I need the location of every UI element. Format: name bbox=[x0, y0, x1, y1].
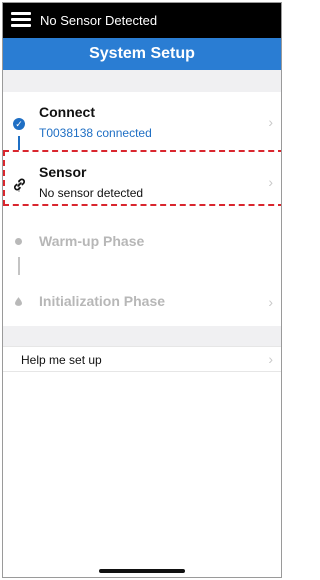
nav-bar: System Setup bbox=[3, 38, 281, 70]
hamburger-menu-icon[interactable] bbox=[11, 12, 31, 28]
step-subtitle: T0038138 connected bbox=[39, 126, 152, 140]
chevron-right-icon: › bbox=[268, 174, 273, 190]
help-setup-label: Help me set up bbox=[21, 353, 102, 367]
home-indicator[interactable] bbox=[99, 569, 185, 573]
chevron-right-icon: › bbox=[268, 351, 273, 367]
step-connect[interactable]: ✓ Connect T0038138 connected › bbox=[3, 96, 281, 148]
step-title: Connect bbox=[39, 104, 95, 120]
step-warm-up: Warm-up Phase bbox=[3, 216, 281, 268]
link-icon bbox=[14, 178, 25, 191]
check-circle-icon: ✓ bbox=[13, 118, 25, 130]
page-title: System Setup bbox=[89, 45, 195, 62]
step-subtitle: No sensor detected bbox=[39, 186, 144, 200]
chevron-right-icon: › bbox=[268, 114, 273, 130]
step-title: Sensor bbox=[39, 164, 87, 180]
status-text: No Sensor Detected bbox=[40, 13, 158, 28]
help-setup-row[interactable]: Help me set up › bbox=[3, 346, 281, 372]
chevron-right-icon: › bbox=[268, 294, 273, 310]
step-title: Warm-up Phase bbox=[39, 233, 145, 249]
step-title: Initialization Phase bbox=[39, 293, 166, 309]
section-spacer bbox=[3, 70, 281, 92]
app-screen: No Sensor Detected System Setup ✓ Connec… bbox=[2, 2, 282, 578]
step-initialization[interactable]: Initialization Phase › bbox=[3, 276, 281, 328]
dot-icon bbox=[15, 238, 22, 245]
step-sensor[interactable]: Sensor No sensor detected › bbox=[3, 156, 281, 208]
status-bar: No Sensor Detected bbox=[3, 3, 281, 38]
setup-steps-list: ✓ Connect T0038138 connected › Sensor No… bbox=[3, 92, 281, 326]
drop-icon bbox=[15, 297, 22, 306]
section-spacer bbox=[3, 326, 281, 346]
